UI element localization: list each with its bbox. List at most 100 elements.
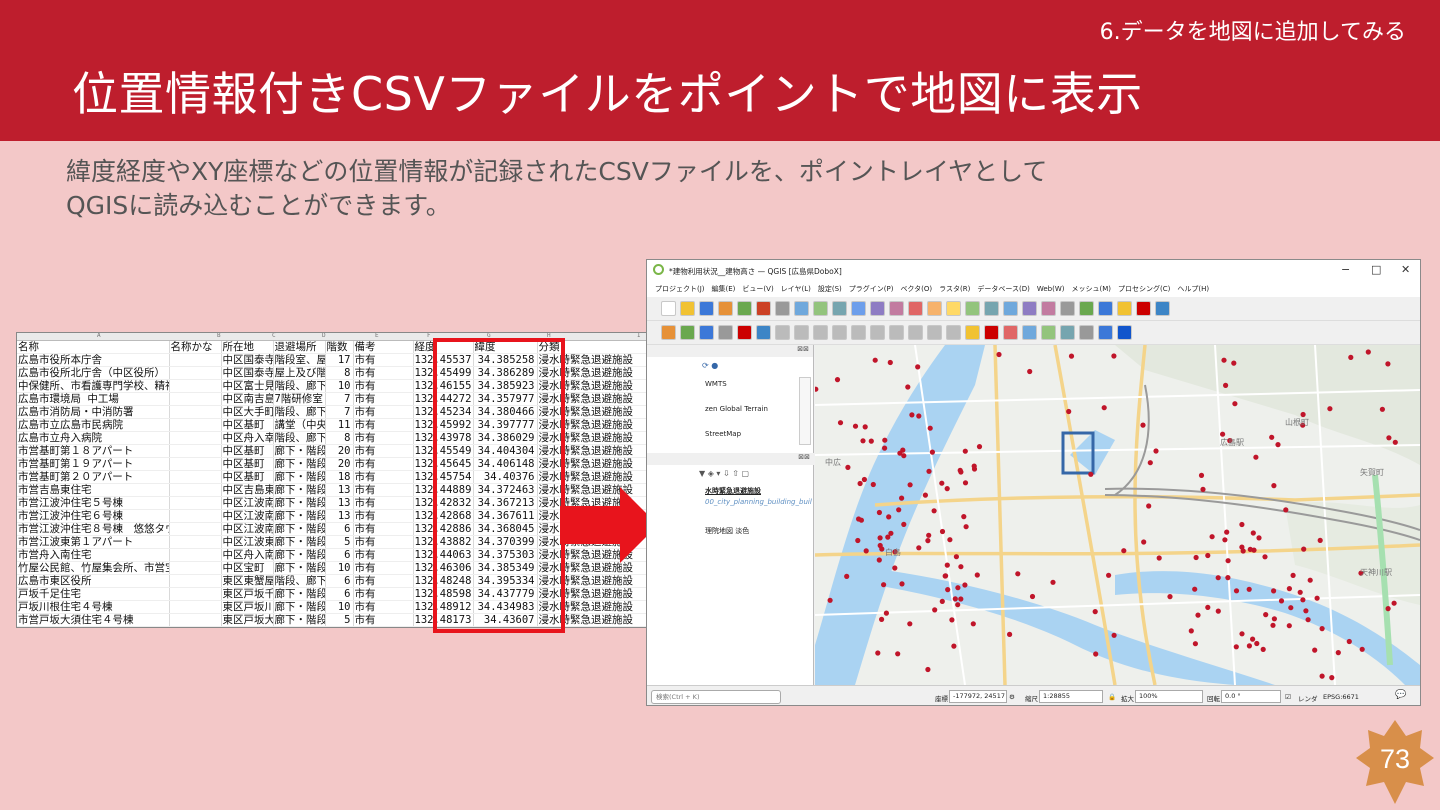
- toolbar-tool-icon[interactable]: [1117, 301, 1132, 316]
- map-point[interactable]: [1195, 612, 1201, 618]
- table-cell[interactable]: 中区江波南: [221, 496, 274, 510]
- table-cell[interactable]: [169, 522, 222, 536]
- map-point[interactable]: [1239, 521, 1245, 528]
- table-cell[interactable]: [169, 535, 222, 549]
- map-point[interactable]: [1221, 357, 1227, 363]
- map-point[interactable]: [1303, 608, 1309, 614]
- table-cell[interactable]: 東区戸坂千: [221, 587, 274, 601]
- map-point[interactable]: [939, 480, 945, 486]
- table-cell[interactable]: 階段、廊下: [273, 379, 326, 393]
- map-point[interactable]: [1147, 460, 1153, 466]
- header-cell[interactable]: 名称: [17, 341, 170, 354]
- menu-item[interactable]: メッシュ(M): [1072, 282, 1112, 297]
- map-point[interactable]: [1092, 609, 1098, 615]
- table-cell[interactable]: 6: [325, 587, 354, 601]
- table-cell[interactable]: 市営江波沖住宅５号棟: [17, 496, 170, 510]
- map-point[interactable]: [1232, 401, 1238, 407]
- table-cell[interactable]: 中区国泰寺: [221, 353, 274, 367]
- map-point[interactable]: [907, 482, 913, 488]
- toolbar-tool-icon[interactable]: [946, 301, 961, 316]
- map-point[interactable]: [1192, 641, 1198, 647]
- table-cell[interactable]: 広島市役所本庁舎: [17, 353, 170, 367]
- table-cell[interactable]: 階段室、屋: [273, 353, 326, 367]
- map-point[interactable]: [872, 357, 878, 363]
- toolbar-tool-icon[interactable]: [984, 325, 999, 340]
- toolbar-tool-icon[interactable]: [908, 325, 923, 340]
- map-point[interactable]: [1233, 588, 1240, 594]
- header-cell[interactable]: 名称かな: [169, 341, 222, 354]
- map-point[interactable]: [876, 557, 882, 563]
- table-cell[interactable]: [169, 366, 222, 380]
- map-point[interactable]: [970, 621, 976, 627]
- toolbar-tool-icon[interactable]: [775, 301, 790, 316]
- map-point[interactable]: [855, 537, 861, 544]
- table-cell[interactable]: [169, 470, 222, 484]
- table-cell[interactable]: 市有: [353, 561, 414, 575]
- map-point[interactable]: [1200, 486, 1206, 492]
- map-point[interactable]: [1247, 546, 1253, 552]
- toolbar-tool-icon[interactable]: [737, 325, 752, 340]
- map-point[interactable]: [976, 444, 983, 450]
- map-point[interactable]: [862, 424, 868, 430]
- table-cell[interactable]: 13: [325, 483, 354, 497]
- toolbar-tool-icon[interactable]: [794, 325, 809, 340]
- map-point[interactable]: [863, 548, 869, 554]
- toolbar-tool-icon[interactable]: [775, 325, 790, 340]
- table-cell[interactable]: 広島市東区役所: [17, 574, 170, 588]
- table-cell[interactable]: 広島市役所北庁舎（中区役所）: [17, 366, 170, 380]
- map-point[interactable]: [925, 666, 931, 673]
- toolbar-tool-icon[interactable]: [1060, 301, 1075, 316]
- toolbar-tool-icon[interactable]: [718, 325, 733, 340]
- layer-item[interactable]: 水時緊急退避施設: [647, 486, 814, 497]
- map-point[interactable]: [886, 514, 892, 520]
- header-cell[interactable]: 退避場所: [273, 341, 326, 354]
- toolbar-tool-icon[interactable]: [794, 301, 809, 316]
- table-cell[interactable]: 東区戸坂大: [221, 613, 274, 627]
- table-cell[interactable]: 市有: [353, 496, 414, 510]
- map-point[interactable]: [1240, 548, 1246, 554]
- crs-button[interactable]: EPSG:6671: [1323, 693, 1359, 701]
- map-point[interactable]: [1286, 623, 1292, 629]
- table-cell[interactable]: 中区江波東: [221, 535, 274, 549]
- map-point[interactable]: [974, 572, 980, 578]
- layer-filter-icon[interactable]: ▼ ◈ ▾ ⇩ ⇧ ▢: [699, 469, 749, 478]
- menu-item[interactable]: プロセシング(C): [1118, 282, 1170, 297]
- table-cell[interactable]: 11: [325, 418, 354, 432]
- table-cell[interactable]: 7: [325, 392, 354, 406]
- map-point[interactable]: [1385, 361, 1391, 367]
- map-point[interactable]: [882, 445, 888, 451]
- table-cell[interactable]: 中区基町: [221, 470, 274, 484]
- map-point[interactable]: [1233, 644, 1239, 650]
- map-point[interactable]: [861, 476, 867, 483]
- map-point[interactable]: [945, 587, 951, 593]
- table-cell[interactable]: 廊下・階段: [273, 600, 326, 614]
- map-point[interactable]: [925, 538, 931, 544]
- map-point[interactable]: [1290, 572, 1296, 578]
- map-point[interactable]: [1111, 353, 1117, 359]
- map-point[interactable]: [962, 582, 968, 588]
- map-point[interactable]: [868, 438, 874, 444]
- map-point[interactable]: [887, 359, 893, 366]
- table-cell[interactable]: 市営吉島東住宅: [17, 483, 170, 497]
- table-cell[interactable]: 市有: [353, 509, 414, 523]
- map-point[interactable]: [1141, 539, 1147, 545]
- table-cell[interactable]: 中区江波南: [221, 509, 274, 523]
- map-point[interactable]: [1386, 435, 1392, 441]
- map-point[interactable]: [929, 449, 935, 455]
- menu-item[interactable]: レイヤ(L): [781, 282, 811, 297]
- map-point[interactable]: [958, 469, 964, 475]
- map-point[interactable]: [1029, 593, 1036, 600]
- map-point[interactable]: [1188, 628, 1194, 634]
- map-point[interactable]: [1260, 646, 1266, 652]
- map-point[interactable]: [1270, 622, 1276, 628]
- map-point[interactable]: [1198, 472, 1205, 478]
- table-cell[interactable]: 市有: [353, 392, 414, 406]
- table-cell[interactable]: 13: [325, 509, 354, 523]
- menu-item[interactable]: ヘルプ(H): [1177, 282, 1209, 297]
- map-point[interactable]: [1121, 548, 1127, 554]
- locator-search-input[interactable]: 検索(Ctrl + K): [651, 690, 781, 704]
- table-cell[interactable]: 7階研修室: [273, 392, 326, 406]
- map-point[interactable]: [907, 621, 913, 627]
- table-cell[interactable]: 8: [325, 431, 354, 445]
- map-point[interactable]: [1297, 589, 1303, 595]
